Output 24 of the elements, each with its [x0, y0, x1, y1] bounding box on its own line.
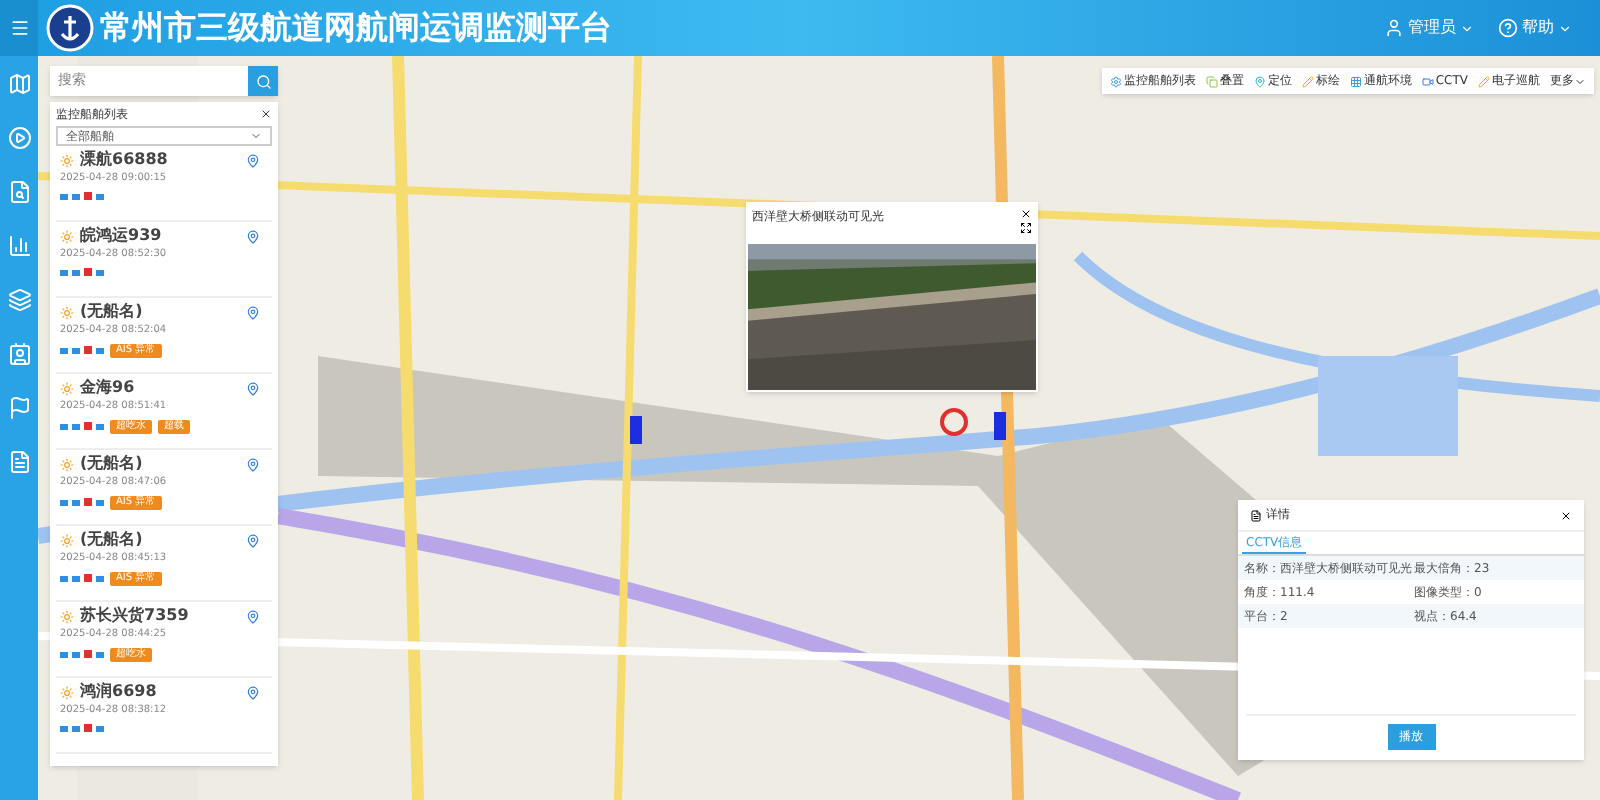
user-icon	[1384, 18, 1404, 38]
chart-icon	[7, 234, 31, 258]
rail-button[interactable]	[7, 180, 31, 204]
help-icon	[1498, 18, 1518, 38]
rail-button[interactable]	[7, 342, 31, 366]
menu-button[interactable]	[0, 0, 38, 56]
play-icon	[7, 126, 31, 150]
contact-icon	[7, 342, 31, 366]
menu-icon	[9, 18, 29, 38]
layers-icon	[7, 288, 31, 312]
rail-button[interactable]	[7, 396, 31, 420]
rail-button[interactable]	[7, 234, 31, 258]
rail-button[interactable]	[7, 450, 31, 474]
anchor-logo-icon	[46, 4, 94, 52]
chevron-down-icon	[1558, 21, 1572, 35]
rail-button[interactable]	[7, 72, 31, 96]
rail-button[interactable]	[7, 288, 31, 312]
document-icon	[7, 450, 31, 474]
search-icon	[7, 180, 31, 204]
flag-icon	[7, 396, 31, 420]
app-title: 常州市三级航道网航闸运调监测平台	[100, 6, 612, 50]
chevron-down-icon	[1460, 21, 1474, 35]
rail-button[interactable]	[7, 126, 31, 150]
map-icon	[7, 72, 31, 96]
